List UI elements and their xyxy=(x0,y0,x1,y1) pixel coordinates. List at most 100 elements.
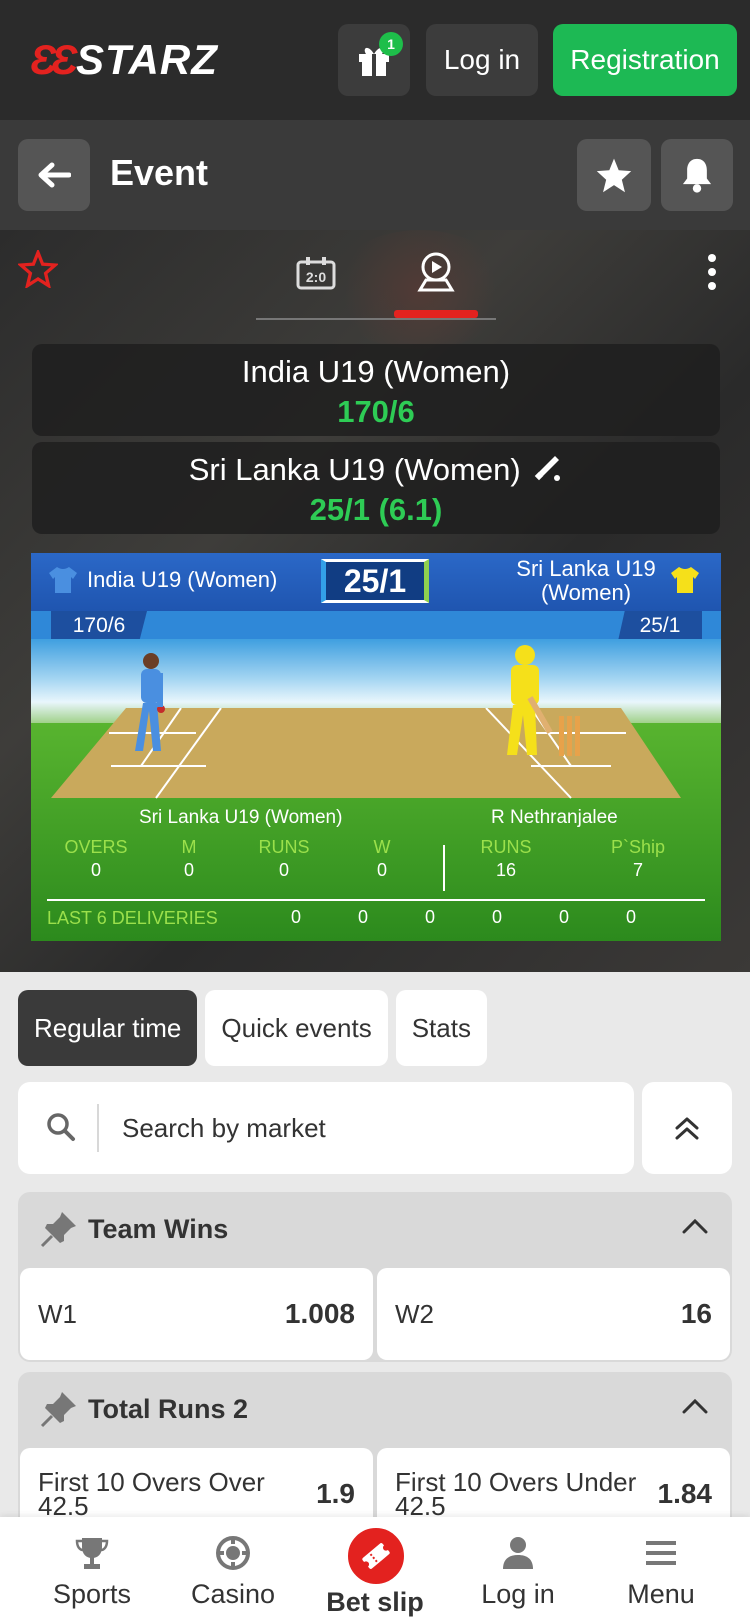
bowler-figure xyxy=(135,653,165,751)
chevron-up-icon xyxy=(682,1398,708,1414)
delivery-6: 0 xyxy=(625,907,636,927)
more-options-icon[interactable] xyxy=(702,250,722,294)
pin-icon[interactable] xyxy=(40,1390,78,1428)
team2-name-row: Sri Lanka U19 (Women) xyxy=(32,442,720,492)
stat-batter-runs-label: RUNS xyxy=(480,837,532,857)
delivery-1: 0 xyxy=(290,907,301,927)
stat-partnership-label: P`Ship xyxy=(610,837,666,857)
nav-menu-label: Menu xyxy=(627,1579,695,1609)
hero-tab-indicator xyxy=(394,310,478,318)
tab-regular-time[interactable]: Regular time xyxy=(18,990,198,1066)
team1-card: India U19 (Women) 170/6 xyxy=(32,344,720,436)
login-button[interactable]: Log in xyxy=(426,24,538,96)
odds-button-w2[interactable]: W2 16 xyxy=(377,1268,730,1360)
team1-score: 170/6 xyxy=(337,394,415,429)
last6-label: LAST 6 DELIVERIES xyxy=(47,908,218,928)
double-chevron-up-icon xyxy=(675,1117,699,1140)
search-icon xyxy=(47,1113,75,1141)
stat-batter-runs-value: 16 xyxy=(495,860,517,880)
stat-maidens-value: 0 xyxy=(183,860,194,880)
pitch-team2-name: Sri Lanka U19 (Women) xyxy=(516,556,656,605)
stat-wickets-value: 0 xyxy=(376,860,387,880)
batter-name: R Nethranjalee xyxy=(491,807,618,828)
tab-stats[interactable]: Stats xyxy=(395,990,487,1066)
delivery-2: 0 xyxy=(357,907,368,927)
stat-overs-value: 0 xyxy=(90,860,101,880)
batter-figure xyxy=(507,645,553,755)
star-outline-icon[interactable] xyxy=(18,250,58,288)
hero-tab-divider xyxy=(256,318,496,320)
delivery-5: 0 xyxy=(558,907,569,927)
gift-badge: 1 xyxy=(379,32,403,56)
live-tracker-icon[interactable] xyxy=(416,252,456,292)
nav-casino[interactable]: Casino xyxy=(163,1531,303,1610)
search-divider xyxy=(97,1104,99,1152)
last6-divider xyxy=(47,899,705,901)
collapse-all-button[interactable] xyxy=(642,1082,732,1174)
top-bar: ƐƐ STARZ 1 Log in Registration xyxy=(0,0,750,120)
odd-value: 1.9 xyxy=(316,1478,355,1509)
team1-total: 170/6 xyxy=(51,611,147,641)
nav-sports-label: Sports xyxy=(52,1579,132,1609)
search-input[interactable] xyxy=(122,1102,602,1154)
nav-sports[interactable]: Sports xyxy=(22,1531,162,1610)
casino-chip-icon xyxy=(216,1536,250,1570)
stat-partnership-value: 7 xyxy=(632,860,643,880)
betslip-button[interactable] xyxy=(345,1525,407,1587)
odd-value: 16 xyxy=(680,1298,712,1329)
nav-menu[interactable]: Menu xyxy=(591,1531,731,1610)
logo-mark: ƐƐ xyxy=(30,36,78,83)
odds-row: W1 1.008 W2 16 xyxy=(18,1268,732,1362)
market-tabs: Regular time Quick events Stats xyxy=(18,990,487,1068)
stat-wickets-label: W xyxy=(373,837,391,857)
event-hero: 2:0 India U19 (Women) 170/6 Sri Lanka U1… xyxy=(0,230,750,972)
stats-divider xyxy=(443,845,445,891)
team1-name: India U19 (Women) xyxy=(241,354,511,389)
nav-login[interactable]: Log in xyxy=(448,1531,588,1610)
pitch-team1-name: India U19 (Women) xyxy=(87,567,278,592)
user-icon xyxy=(503,1537,533,1569)
team2-score: 25/1 (6.1) xyxy=(309,492,443,527)
nav-betslip-label[interactable]: Bet slip xyxy=(305,1587,445,1618)
scoreboard-icon[interactable]: 2:0 xyxy=(296,256,336,290)
market-header[interactable]: Total Runs 2 xyxy=(18,1372,732,1448)
market-header[interactable]: Team Wins xyxy=(18,1192,732,1268)
odd-name: W2 xyxy=(395,1299,434,1329)
stat-runs-label: RUNS xyxy=(258,837,310,857)
pin-icon[interactable] xyxy=(40,1210,78,1248)
notifications-button[interactable] xyxy=(661,139,733,211)
menu-icon xyxy=(646,1541,676,1565)
odd-value: 1.008 xyxy=(284,1298,355,1329)
delivery-4: 0 xyxy=(491,907,502,927)
logo[interactable]: ƐƐ STARZ xyxy=(30,36,218,84)
batting-team-label: Sri Lanka U19 (Women) xyxy=(139,807,343,828)
gift-button[interactable]: 1 xyxy=(338,24,410,96)
stat-overs-label: OVERS xyxy=(64,837,128,857)
nav-login-label: Log in xyxy=(481,1579,555,1609)
odd-value: 1.84 xyxy=(657,1478,713,1509)
team2-name: Sri Lanka U19 (Women) xyxy=(188,452,521,487)
batting-icon xyxy=(535,456,561,481)
team2-shirt-icon xyxy=(671,567,699,593)
live-pitch-widget: India U19 (Women) 25/1 Sri Lanka U19 (Wo… xyxy=(31,553,721,941)
team1-shirt-icon xyxy=(49,567,77,593)
tab-quick-events[interactable]: Quick events xyxy=(205,990,388,1066)
registration-button[interactable]: Registration xyxy=(553,24,737,96)
delivery-3: 0 xyxy=(424,907,435,927)
back-button[interactable] xyxy=(18,139,90,211)
bottom-nav: Sports Casino Bet slip Log in Menu xyxy=(0,1517,750,1624)
nav-casino-label: Casino xyxy=(190,1579,276,1609)
star-icon xyxy=(596,158,632,193)
event-bar: Event xyxy=(0,120,750,230)
odds-button-w1[interactable]: W1 1.008 xyxy=(20,1268,373,1360)
trophy-icon xyxy=(75,1538,109,1569)
logo-text: STARZ xyxy=(75,36,218,83)
page-title: Event xyxy=(110,152,209,193)
stat-maidens-label: M xyxy=(181,837,197,857)
ticket-icon xyxy=(362,1543,390,1569)
bell-icon xyxy=(682,158,712,193)
team2-card: Sri Lanka U19 (Women) 25/1 (6.1) xyxy=(32,442,720,534)
favorite-button[interactable] xyxy=(577,139,651,211)
market-team-wins: Team Wins W1 1.008 W2 16 xyxy=(18,1192,732,1362)
stat-runs-value: 0 xyxy=(278,860,289,880)
